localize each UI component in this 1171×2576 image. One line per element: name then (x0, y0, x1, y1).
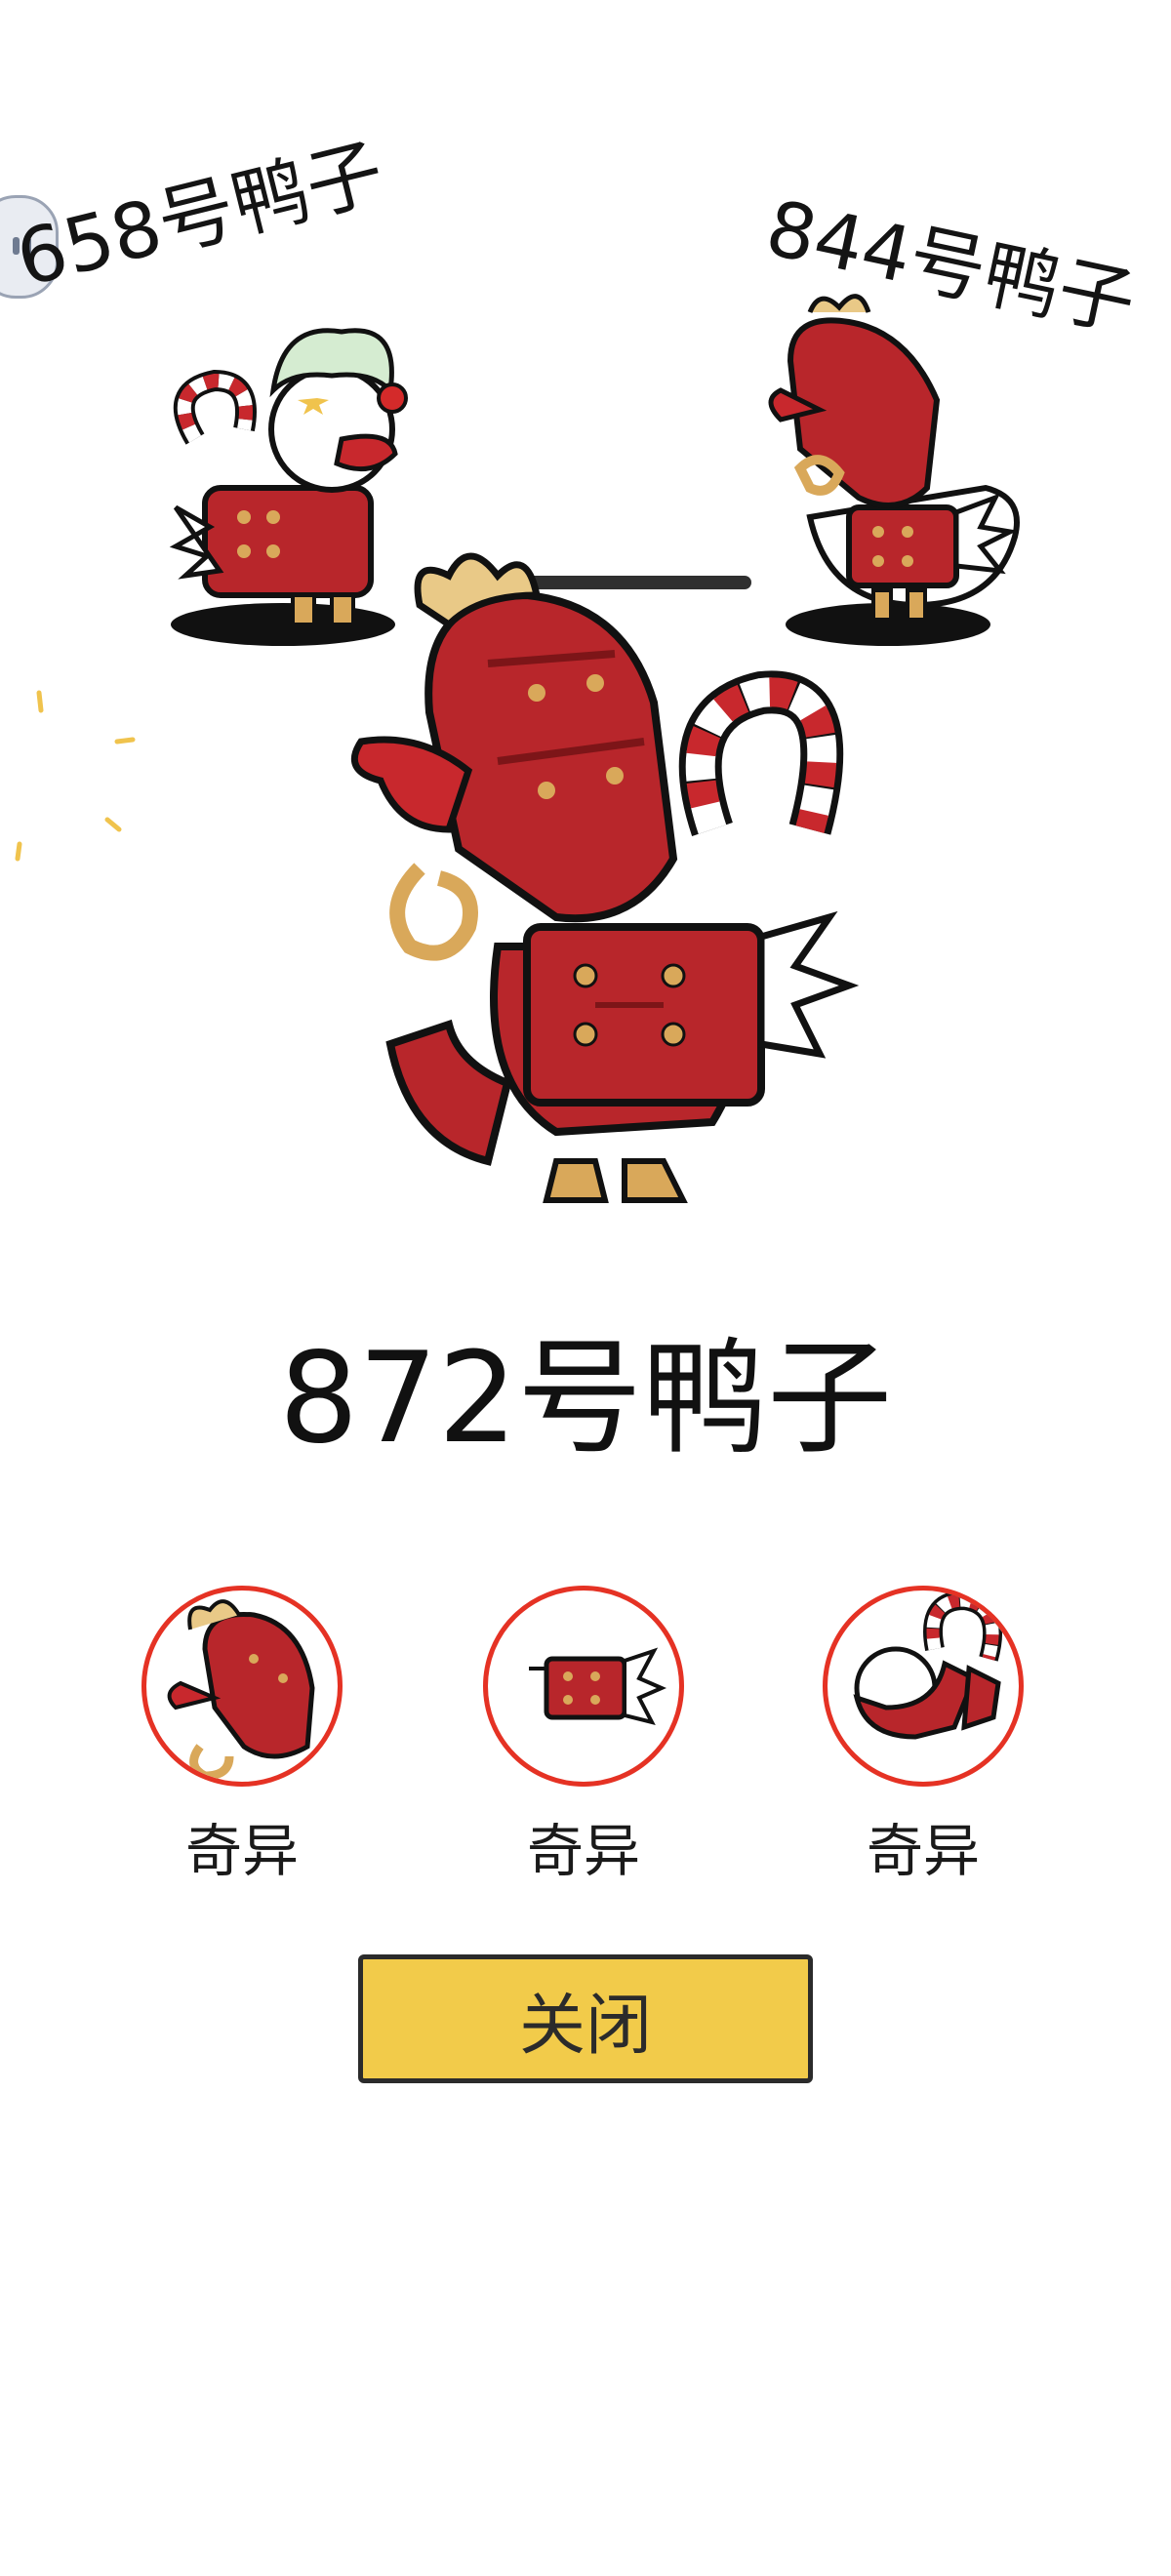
dragon-helmet-icon (141, 1586, 343, 1787)
part-slot-3[interactable] (823, 1586, 1024, 1787)
dragon-armor-icon (483, 1586, 684, 1787)
part-rarity-label-1: 奇异 (184, 1818, 299, 1884)
part-rarity-label-2: 奇异 (526, 1818, 640, 1884)
top-left-duck-label: 658号鸭子 (8, 128, 392, 304)
part-rarity-label-3: 奇异 (866, 1818, 980, 1884)
part-slot-1[interactable] (141, 1586, 343, 1787)
main-duck-label: 872号鸭子 (278, 1326, 893, 1471)
main-duck[interactable] (303, 537, 888, 1210)
dragon-tail-icon (823, 1586, 1024, 1787)
close-button[interactable]: 关闭 (358, 1954, 813, 2083)
part-slot-2[interactable] (483, 1586, 684, 1787)
sparkle-effect (10, 683, 146, 878)
